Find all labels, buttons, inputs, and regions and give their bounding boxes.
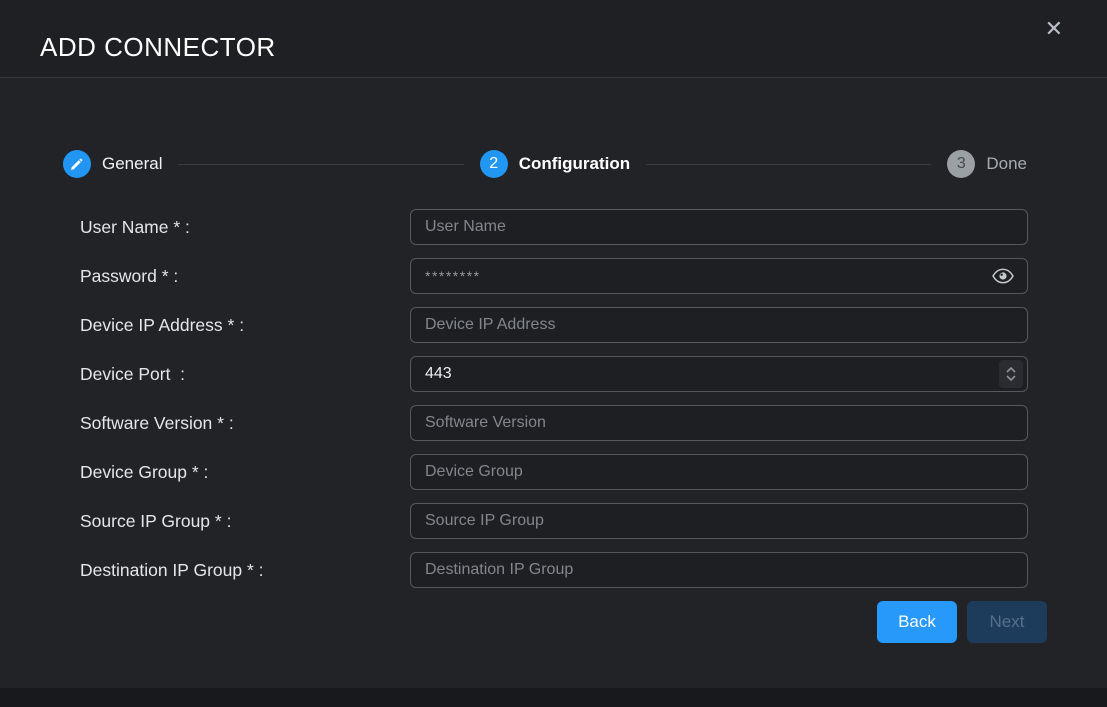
dialog-title: ADD CONNECTOR <box>40 32 276 63</box>
password-input[interactable] <box>410 258 1028 294</box>
step-done-indicator: 3 <box>947 150 975 178</box>
page-background-strip <box>0 688 1107 707</box>
form-row-device-group: Device Group * : <box>80 454 1107 490</box>
form-row-software-version: Software Version * : <box>80 405 1107 441</box>
form-row-destination-ip-group: Destination IP Group * : <box>80 552 1107 588</box>
step-done-label: Done <box>986 154 1027 174</box>
dialog-actions: Back Next <box>0 601 1047 643</box>
step-done[interactable]: 3 Done <box>947 150 1027 178</box>
dialog-header: ADD CONNECTOR ✕ <box>0 0 1107 78</box>
form-row-password: Password * : <box>80 258 1107 294</box>
step-general[interactable]: General <box>63 150 162 178</box>
device-port-input-wrap <box>410 356 1028 392</box>
device-port-input[interactable] <box>410 356 1028 392</box>
form-row-username: User Name * : <box>80 209 1107 245</box>
stepper-line <box>178 164 463 165</box>
next-button[interactable]: Next <box>967 601 1047 643</box>
username-input-wrap <box>410 209 1028 245</box>
number-spinner[interactable] <box>999 360 1023 388</box>
device-group-label: Device Group * : <box>80 454 410 490</box>
destination-ip-group-input-wrap <box>410 552 1028 588</box>
form-row-device-port: Device Port : <box>80 356 1107 392</box>
eye-icon <box>992 269 1014 284</box>
form-row-source-ip-group: Source IP Group * : <box>80 503 1107 539</box>
device-group-input-wrap <box>410 454 1028 490</box>
destination-ip-group-input[interactable] <box>410 552 1028 588</box>
device-ip-input-wrap <box>410 307 1028 343</box>
step-configuration-indicator: 2 <box>480 150 508 178</box>
password-label: Password * : <box>80 258 410 294</box>
device-ip-input[interactable] <box>410 307 1028 343</box>
toggle-password-visibility-button[interactable] <box>990 267 1016 286</box>
password-input-wrap <box>410 258 1028 294</box>
configuration-form: User Name * : Password * : Device IP Add… <box>0 209 1107 643</box>
close-button[interactable]: ✕ <box>1045 18 1063 40</box>
form-row-device-ip: Device IP Address * : <box>80 307 1107 343</box>
pencil-icon <box>70 157 84 171</box>
source-ip-group-input-wrap <box>410 503 1028 539</box>
wizard-stepper: General 2 Configuration 3 Done <box>63 150 1027 178</box>
chevron-down-icon <box>1006 375 1016 381</box>
software-version-label: Software Version * : <box>80 405 410 441</box>
stepper-line <box>646 164 931 165</box>
software-version-input[interactable] <box>410 405 1028 441</box>
username-input[interactable] <box>410 209 1028 245</box>
add-connector-dialog: ADD CONNECTOR ✕ General 2 Configuration … <box>0 0 1107 688</box>
chevron-up-icon <box>1006 367 1016 373</box>
destination-ip-group-label: Destination IP Group * : <box>80 552 410 588</box>
step-general-indicator <box>63 150 91 178</box>
source-ip-group-label: Source IP Group * : <box>80 503 410 539</box>
step-configuration-label: Configuration <box>519 154 630 174</box>
device-group-input[interactable] <box>410 454 1028 490</box>
device-ip-label: Device IP Address * : <box>80 307 410 343</box>
username-label: User Name * : <box>80 209 410 245</box>
step-configuration[interactable]: 2 Configuration <box>480 150 630 178</box>
close-icon: ✕ <box>1045 16 1063 41</box>
software-version-input-wrap <box>410 405 1028 441</box>
source-ip-group-input[interactable] <box>410 503 1028 539</box>
back-button[interactable]: Back <box>877 601 957 643</box>
step-general-label: General <box>102 154 162 174</box>
device-port-label: Device Port : <box>80 356 410 392</box>
